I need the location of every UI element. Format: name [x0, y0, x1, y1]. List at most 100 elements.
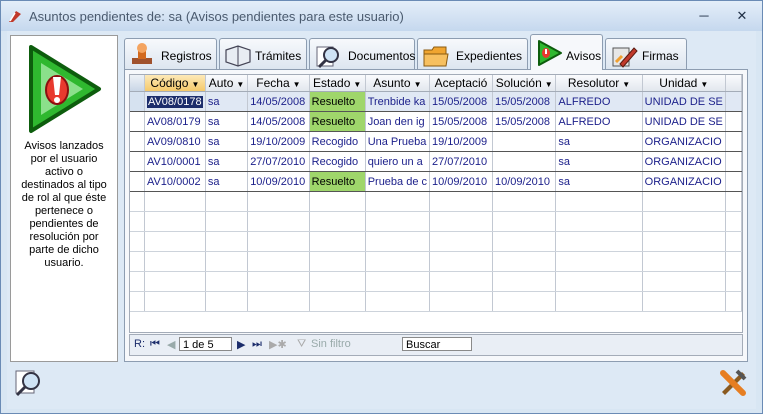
cell-aceptacion[interactable]: 15/05/2008: [429, 91, 493, 112]
close-button[interactable]: ✕: [729, 7, 755, 25]
new-record-button[interactable]: ▶✱: [269, 338, 287, 351]
search-button[interactable]: [13, 367, 45, 399]
table-row[interactable]: AV08/0179 sa 14/05/2008 Resuelto Joan den ig…: [130, 111, 742, 132]
first-record-button[interactable]: ⏮: [150, 338, 160, 351]
cell-resolutor[interactable]: ALFREDO: [555, 91, 643, 112]
avisos-grid: Código ▼ Auto ▼ Fecha ▼ Estado ▼ Asunto ▼ Ace…: [129, 74, 743, 333]
cell-resolutor[interactable]: sa: [555, 131, 643, 152]
warning-play-icon: [29, 45, 101, 133]
cell-unidad[interactable]: UNIDAD DE SE: [642, 91, 726, 112]
cell-codigo[interactable]: AV10/0001: [144, 151, 206, 172]
exit-tools-button[interactable]: [717, 367, 749, 399]
previous-record-button[interactable]: ◀: [167, 338, 175, 351]
tab-tramites[interactable]: Trámites: [219, 38, 307, 69]
cell-unidad[interactable]: ORGANIZACIO: [642, 171, 726, 192]
tab-expedientes[interactable]: Expedientes: [417, 38, 528, 69]
table-row[interactable]: AV08/0178 sa 14/05/2008 Resuelto Trenbide ka…: [130, 91, 742, 112]
column-header-codigo[interactable]: Código ▼: [144, 75, 206, 92]
last-record-button[interactable]: ⏭: [252, 338, 262, 351]
search-input[interactable]: Buscar: [402, 337, 472, 351]
cell-unidad[interactable]: ORGANIZACIO: [642, 151, 726, 172]
main-window: Asuntos pendientes de: sa (Avisos pendie…: [0, 0, 763, 414]
cell-auto[interactable]: sa: [205, 151, 249, 172]
empty-row: [130, 231, 742, 252]
row-selector[interactable]: [130, 131, 145, 152]
cell-codigo[interactable]: AV10/0002: [144, 171, 206, 192]
cell-fecha[interactable]: 14/05/2008: [247, 111, 310, 132]
tab-registros[interactable]: Registros: [124, 38, 217, 69]
cell-solucion[interactable]: 15/05/2008: [492, 91, 557, 112]
title-bar[interactable]: Asuntos pendientes de: sa (Avisos pendie…: [1, 1, 762, 31]
minimize-button[interactable]: ─: [691, 7, 717, 25]
tab-avisos[interactable]: Avisos: [530, 34, 603, 70]
folder-icon: [423, 46, 449, 67]
column-header-unidad[interactable]: Unidad ▼: [642, 75, 726, 92]
cell-codigo[interactable]: AV09/0810: [144, 131, 206, 152]
column-header-asunto[interactable]: Asunto ▼: [365, 75, 431, 92]
column-header-solucion[interactable]: Solución ▼: [492, 75, 557, 92]
cell-aceptacion[interactable]: 27/07/2010: [429, 151, 493, 172]
cell-asunto[interactable]: Trenbide ka: [365, 91, 431, 112]
tab-documentos[interactable]: Documentos: [309, 38, 415, 69]
row-selector-header[interactable]: [130, 75, 145, 92]
cell-solucion[interactable]: [492, 151, 557, 172]
cell-resolutor[interactable]: ALFREDO: [555, 111, 643, 132]
column-header-aceptacion[interactable]: Aceptació: [429, 75, 493, 92]
cell-aceptacion[interactable]: 15/05/2008: [429, 111, 493, 132]
tab-strip: Registros Trámites Documentos Expediente…: [124, 34, 763, 72]
cell-auto[interactable]: sa: [205, 111, 249, 132]
cell-asunto[interactable]: Una Prueba: [365, 131, 431, 152]
cell-solucion[interactable]: 10/09/2010: [492, 171, 557, 192]
row-selector[interactable]: [130, 111, 145, 132]
row-selector[interactable]: [130, 171, 145, 192]
stamp-icon: [132, 43, 152, 64]
row-selector[interactable]: [130, 151, 145, 172]
cell-estado[interactable]: Resuelto: [309, 91, 366, 112]
cell-auto[interactable]: sa: [205, 91, 249, 112]
cell-estado[interactable]: Resuelto: [309, 111, 366, 132]
row-filler: [725, 151, 742, 172]
cell-codigo[interactable]: AV08/0178: [144, 91, 206, 112]
cell-resolutor[interactable]: sa: [555, 171, 643, 192]
cell-estado[interactable]: Recogido: [309, 151, 366, 172]
cell-aceptacion[interactable]: 10/09/2010: [429, 171, 493, 192]
cell-fecha[interactable]: 27/07/2010: [247, 151, 310, 172]
column-header-fecha[interactable]: Fecha ▼: [247, 75, 310, 92]
column-header-auto[interactable]: Auto ▼: [205, 75, 249, 92]
cell-fecha[interactable]: 14/05/2008: [247, 91, 310, 112]
cell-auto[interactable]: sa: [205, 171, 249, 192]
cell-asunto[interactable]: Prueba de c: [365, 171, 431, 192]
row-selector[interactable]: [130, 91, 145, 112]
cell-solucion[interactable]: 15/05/2008: [492, 111, 557, 132]
app-icon: [9, 11, 21, 22]
column-header-estado[interactable]: Estado ▼: [309, 75, 366, 92]
next-record-button[interactable]: ▶: [237, 338, 245, 351]
cell-asunto[interactable]: Joan den ig: [365, 111, 431, 132]
cell-unidad[interactable]: UNIDAD DE SE: [642, 111, 726, 132]
filter-icon: ⛛: [297, 338, 307, 350]
books-icon: [225, 45, 251, 67]
column-header-resolutor[interactable]: Resolutor ▼: [555, 75, 643, 92]
cell-asunto[interactable]: quiero un a: [365, 151, 431, 172]
cell-unidad[interactable]: ORGANIZACIO: [642, 131, 726, 152]
table-row[interactable]: AV09/0810 sa 19/10/2009 Recogido Una Prueba 1…: [130, 131, 742, 152]
cell-aceptacion[interactable]: 19/10/2009: [429, 131, 493, 152]
cell-solucion[interactable]: [492, 131, 557, 152]
tab-content-avisos: Código ▼ Auto ▼ Fecha ▼ Estado ▼ Asunto ▼ Ace…: [124, 69, 748, 362]
cell-estado[interactable]: Resuelto: [309, 171, 366, 192]
record-position-field[interactable]: 1 de 5: [179, 337, 232, 351]
tab-registros-label: Registros: [161, 49, 212, 63]
empty-row: [130, 291, 742, 312]
table-row[interactable]: AV10/0001 sa 27/07/2010 Recogido quiero un a…: [130, 151, 742, 172]
info-description: Avisos lanzados por el usuario activo o …: [21, 140, 107, 269]
tab-firmas[interactable]: Firmas: [605, 38, 687, 69]
cell-estado[interactable]: Recogido: [309, 131, 366, 152]
pen-icon: [612, 47, 638, 68]
cell-resolutor[interactable]: sa: [555, 151, 643, 172]
cell-fecha[interactable]: 10/09/2010: [247, 171, 310, 192]
cell-auto[interactable]: sa: [205, 131, 249, 152]
cell-codigo[interactable]: AV08/0179: [144, 111, 206, 132]
cell-fecha[interactable]: 19/10/2009: [247, 131, 310, 152]
table-row[interactable]: AV10/0002 sa 10/09/2010 Resuelto Prueba de c…: [130, 171, 742, 192]
filter-toggle[interactable]: Sin filtro: [311, 338, 351, 350]
